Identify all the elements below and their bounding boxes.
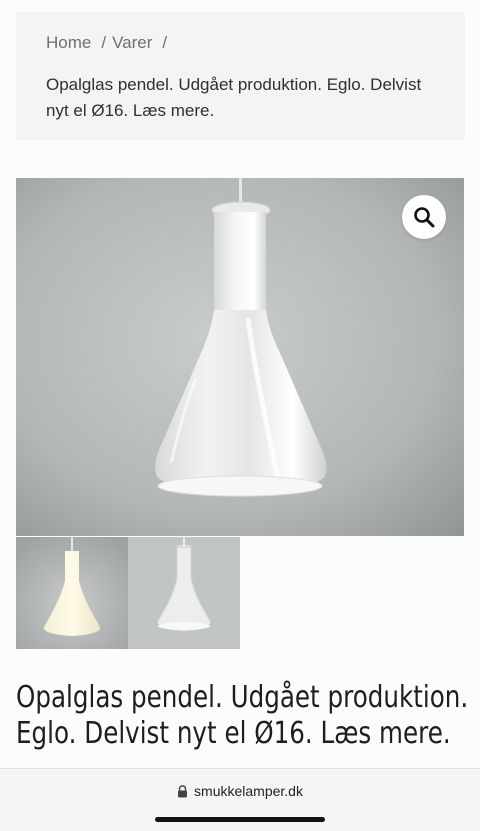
thumbnail-lit-lamp-image <box>16 537 128 649</box>
browser-address-bar: smukkelamper.dk <box>0 768 480 831</box>
lock-icon <box>178 784 188 797</box>
product-title: Opalglas pendel. Udgået produktion. Eglo… <box>16 680 469 751</box>
url-display[interactable]: smukkelamper.dk <box>0 783 480 799</box>
thumbnail-lit-lamp[interactable] <box>16 537 128 649</box>
home-indicator[interactable] <box>155 817 325 822</box>
zoom-magnifier-icon <box>414 207 435 228</box>
breadcrumb-separator: / <box>101 33 107 52</box>
thumbnail-unlit-lamp-image <box>128 537 240 649</box>
zoom-button[interactable] <box>402 195 446 239</box>
breadcrumb: Home / Varer / <box>46 32 435 54</box>
thumbnail-unlit-lamp[interactable] <box>128 537 240 649</box>
breadcrumb-current-page: Opalglas pendel. Udgået produktion. Eglo… <box>46 75 422 120</box>
url-text: smukkelamper.dk <box>194 783 303 799</box>
breadcrumb-panel: Home / Varer / Opalglas pendel. Udgået prod… <box>16 12 465 140</box>
breadcrumb-category-link[interactable]: Varer <box>112 33 152 52</box>
product-main-image[interactable] <box>16 178 464 536</box>
breadcrumb-home-link[interactable]: Home <box>46 33 91 52</box>
pendant-lamp-photo <box>16 178 464 536</box>
breadcrumb-separator: / <box>162 33 168 52</box>
